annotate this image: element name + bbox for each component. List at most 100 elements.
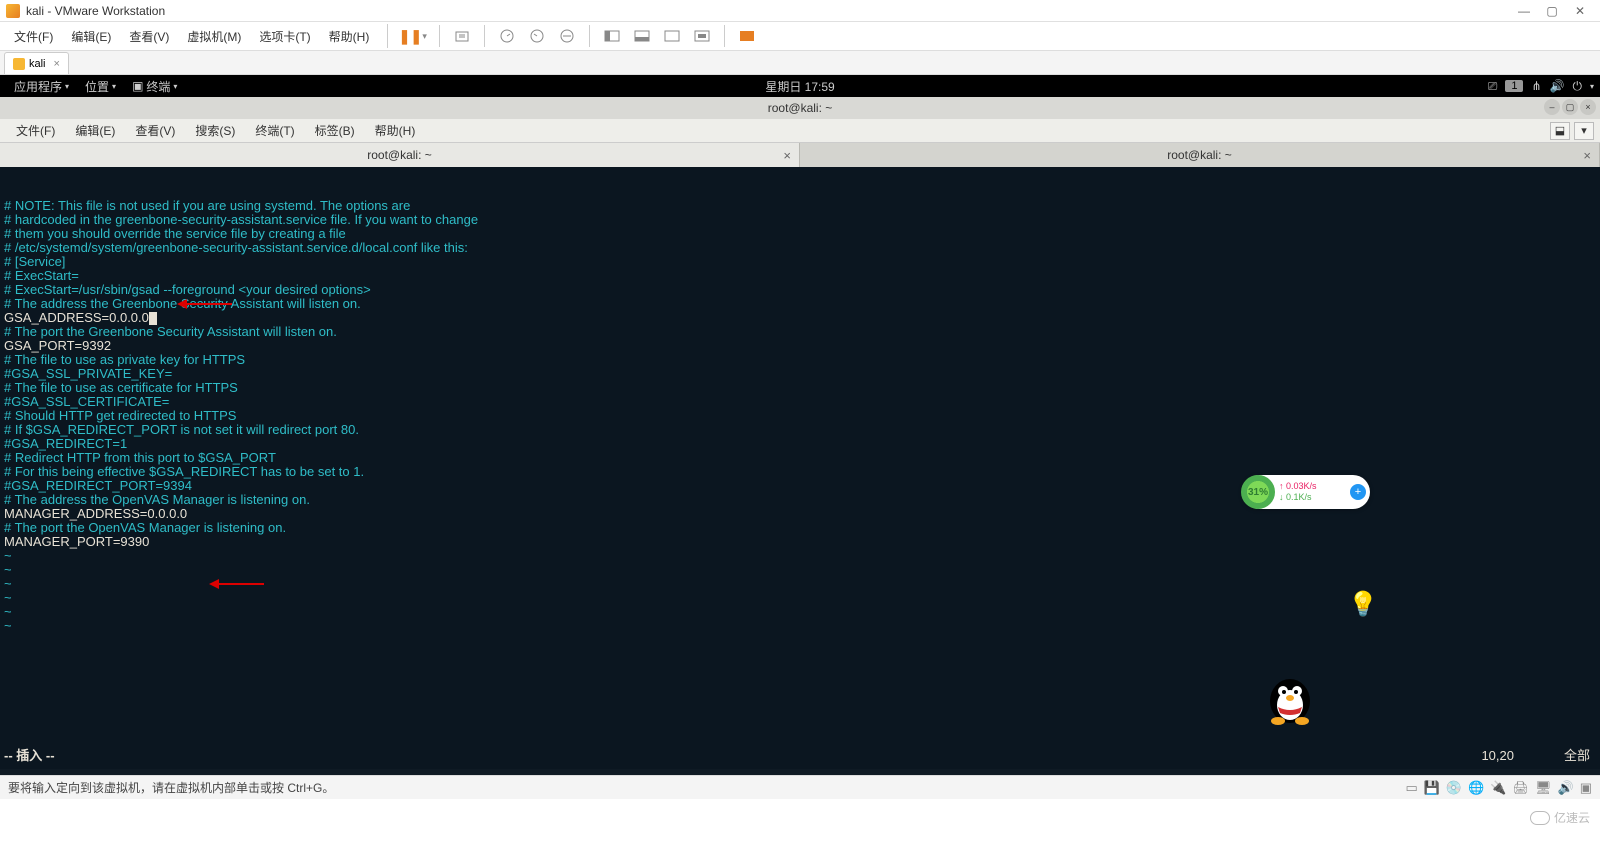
guest-tab-label: kali xyxy=(29,58,46,70)
volume-icon[interactable]: 🔊 xyxy=(1550,79,1565,93)
terminal-line: # NOTE: This file is not used if you are… xyxy=(4,199,1596,213)
panel-applications[interactable]: 应用程序▾ xyxy=(6,78,77,95)
close-tab-icon[interactable]: × xyxy=(783,148,791,163)
status-device-icons: ▭ 💾 💿 🌐 🔌 🖨 🖥 🔊 ▣ xyxy=(1405,780,1592,796)
kali-desktop[interactable]: 应用程序▾ 位置▾ ▣ 终端▾ 星期日 17:59 ⎚ 1 ⋔ 🔊 ⏻ ▾ ro… xyxy=(0,75,1600,775)
terminal-tab-1[interactable]: root@kali: ~ × xyxy=(0,143,800,167)
term-minimize-button[interactable]: – xyxy=(1544,99,1560,115)
view-button-3[interactable] xyxy=(658,23,686,49)
terminal-body[interactable]: # NOTE: This file is not used if you are… xyxy=(0,167,1600,769)
device-icon[interactable]: 🔌 xyxy=(1490,780,1506,796)
terminal-line: # [Service] xyxy=(4,255,1596,269)
fullscreen-button[interactable] xyxy=(733,23,761,49)
device-icon[interactable]: 🖥 xyxy=(1535,780,1552,796)
snapshot-button[interactable] xyxy=(493,23,521,49)
device-icon[interactable]: 🌐 xyxy=(1468,780,1484,796)
annotation-arrow xyxy=(182,303,232,305)
panel-terminal[interactable]: ▣ 终端▾ xyxy=(124,78,185,95)
qq-penguin-icon[interactable] xyxy=(1260,665,1320,725)
power-icon[interactable]: ⏻ xyxy=(1572,79,1582,94)
terminal-tab-2[interactable]: root@kali: ~ × xyxy=(800,143,1600,167)
term-close-button[interactable]: × xyxy=(1580,99,1596,115)
menu-help[interactable]: 帮助(H) xyxy=(321,28,378,45)
terminal-line: MANAGER_ADDRESS=0.0.0.0 xyxy=(4,507,1596,521)
terminal-titlebar[interactable]: root@kali: ~ – ▢ × xyxy=(0,97,1600,119)
terminal-line: MANAGER_PORT=9390 xyxy=(4,535,1596,549)
network-speed-widget[interactable]: 31% ↑ 0.03K/s ↓ 0.1K/s + xyxy=(1242,475,1370,509)
device-icon[interactable]: 💾 xyxy=(1424,780,1440,796)
terminal-line: #GSA_SSL_PRIVATE_KEY= xyxy=(4,367,1596,381)
net-speeds: ↑ 0.03K/s ↓ 0.1K/s xyxy=(1275,481,1350,503)
terminal-menu: 文件(F) 编辑(E) 查看(V) 搜索(S) 终端(T) 标签(B) 帮助(H… xyxy=(0,119,1600,143)
menu-vm[interactable]: 虚拟机(M) xyxy=(179,28,249,45)
annotation-arrow xyxy=(214,583,264,585)
terminal-line: # ExecStart= xyxy=(4,269,1596,283)
terminal-title-text: root@kali: ~ xyxy=(768,101,833,115)
vmware-toolbar: ❚❚ ▾ xyxy=(388,22,769,50)
panel-record-icon[interactable]: ⎚ xyxy=(1488,79,1498,94)
device-icon[interactable]: ▣ xyxy=(1580,780,1592,796)
device-icon[interactable]: ▭ xyxy=(1405,780,1417,796)
menu-file[interactable]: 文件(F) xyxy=(6,28,61,45)
menu-tabs[interactable]: 选项卡(T) xyxy=(251,28,318,45)
vmware-icon xyxy=(6,4,20,18)
view-button-1[interactable] xyxy=(598,23,626,49)
term-menu-search[interactable]: 搜索(S) xyxy=(185,122,245,139)
vim-tilde: ~ xyxy=(4,563,1596,577)
menu-view[interactable]: 查看(V) xyxy=(121,28,177,45)
device-icon[interactable]: 🖨 xyxy=(1512,780,1529,796)
view-button-2[interactable] xyxy=(628,23,656,49)
maximize-button[interactable]: ▢ xyxy=(1538,2,1566,20)
terminal-line: #GSA_SSL_CERTIFICATE= xyxy=(4,395,1596,409)
terminal-line: # The file to use as private key for HTT… xyxy=(4,353,1596,367)
term-menu-file[interactable]: 文件(F) xyxy=(6,122,65,139)
network-icon[interactable]: ⋔ xyxy=(1531,79,1541,93)
terminal-line: # The file to use as certificate for HTT… xyxy=(4,381,1596,395)
send-ctrlaltdel-button[interactable] xyxy=(448,23,476,49)
workspace-indicator[interactable]: 1 xyxy=(1505,80,1523,92)
menu-edit[interactable]: 编辑(E) xyxy=(63,28,119,45)
widget-add-button[interactable]: + xyxy=(1350,484,1366,500)
term-menu-terminal[interactable]: 终端(T) xyxy=(245,122,304,139)
term-menu-view[interactable]: 查看(V) xyxy=(125,122,185,139)
terminal-line: #GSA_REDIRECT=1 xyxy=(4,437,1596,451)
term-maximize-button[interactable]: ▢ xyxy=(1562,99,1578,115)
cloud-icon xyxy=(1530,811,1550,825)
terminal-window: root@kali: ~ – ▢ × 文件(F) 编辑(E) 查看(V) 搜索(… xyxy=(0,97,1600,769)
vmware-title-text: kali - VMware Workstation xyxy=(26,4,165,18)
device-icon[interactable]: 🔊 xyxy=(1558,780,1574,796)
manage-button[interactable] xyxy=(553,23,581,49)
terminal-line: # If $GSA_REDIRECT_PORT is not set it wi… xyxy=(4,423,1596,437)
guest-tab-icon xyxy=(13,58,25,70)
term-menu-help[interactable]: 帮助(H) xyxy=(365,122,426,139)
revert-button[interactable] xyxy=(523,23,551,49)
close-button[interactable]: ✕ xyxy=(1566,2,1594,20)
terminal-line: # ExecStart=/usr/sbin/gsad --foreground … xyxy=(4,283,1596,297)
bulb-icon[interactable]: 💡 xyxy=(1348,590,1378,619)
terminal-line: # them you should override the service f… xyxy=(4,227,1596,241)
split-button[interactable]: ⬓ xyxy=(1550,122,1570,140)
guest-tab-bar: kali × xyxy=(0,51,1600,75)
terminal-line: # hardcoded in the greenbone-security-as… xyxy=(4,213,1596,227)
vmware-menu: 文件(F) 编辑(E) 查看(V) 虚拟机(M) 选项卡(T) 帮助(H) xyxy=(0,24,383,48)
close-tab-icon[interactable]: × xyxy=(1583,148,1591,163)
view-button-4[interactable] xyxy=(688,23,716,49)
pause-button[interactable]: ❚❚ xyxy=(396,23,424,49)
split-dropdown[interactable]: ▾ xyxy=(1574,122,1594,140)
panel-places[interactable]: 位置▾ xyxy=(77,78,124,95)
device-icon[interactable]: 💿 xyxy=(1446,780,1462,796)
terminal-tabs: root@kali: ~ × root@kali: ~ × xyxy=(0,143,1600,167)
vim-tilde: ~ xyxy=(4,549,1596,563)
minimize-button[interactable]: — xyxy=(1510,2,1538,20)
terminal-line: # Should HTTP get redirected to HTTPS xyxy=(4,409,1596,423)
cpu-percent-gauge: 31% xyxy=(1241,475,1275,509)
close-icon[interactable]: × xyxy=(54,58,60,70)
term-menu-edit[interactable]: 编辑(E) xyxy=(65,122,125,139)
panel-clock[interactable]: 星期日 17:59 xyxy=(765,78,834,95)
vim-scroll: 全部 xyxy=(1564,749,1590,763)
power-dropdown[interactable]: ▾ xyxy=(422,31,427,42)
guest-tab-kali[interactable]: kali × xyxy=(4,52,69,74)
terminal-line: # The address the Greenbone Security Ass… xyxy=(4,297,1596,311)
kali-top-panel: 应用程序▾ 位置▾ ▣ 终端▾ 星期日 17:59 ⎚ 1 ⋔ 🔊 ⏻ ▾ xyxy=(0,75,1600,97)
term-menu-tabs[interactable]: 标签(B) xyxy=(305,122,365,139)
